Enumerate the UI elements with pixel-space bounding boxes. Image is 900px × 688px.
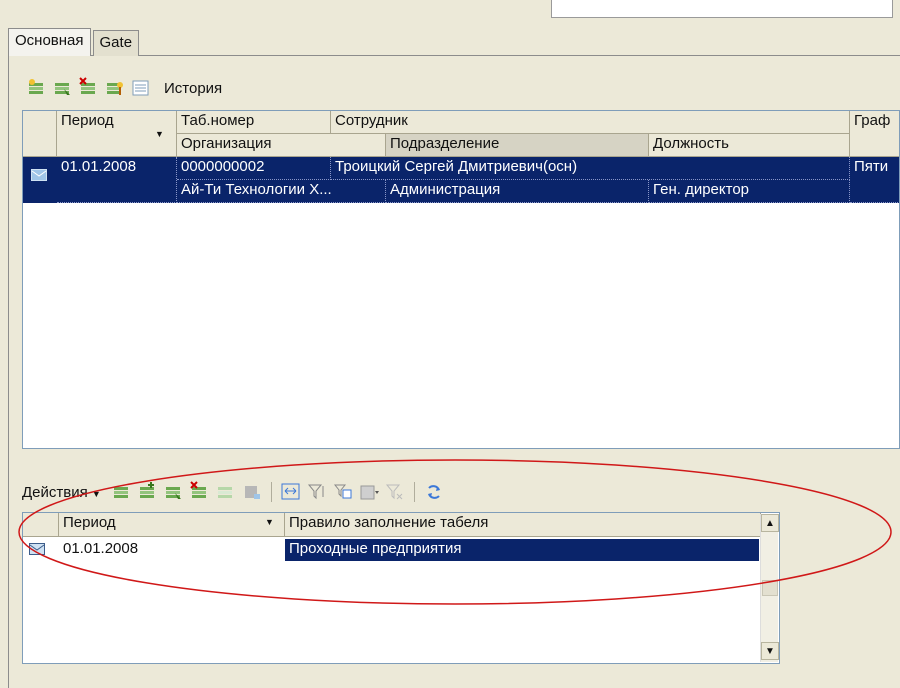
header-position[interactable]: Должность (649, 134, 850, 157)
cell-position[interactable]: Ген. директор (649, 180, 850, 203)
tab-strip: Основная Gate (8, 28, 140, 56)
cell-department[interactable]: Администрация (386, 180, 649, 203)
annotation-ellipse (18, 459, 892, 605)
tab-gate[interactable]: Gate (92, 30, 140, 56)
delete-row-icon[interactable] (78, 77, 100, 99)
history-button[interactable]: История (164, 80, 222, 97)
sort-arrow-icon: ▼ (155, 129, 164, 139)
cell-tab-number[interactable]: 0000000002 (177, 157, 331, 180)
header-employee[interactable]: Сотрудник (331, 111, 850, 134)
grid-corner (23, 111, 57, 157)
cell-organization[interactable]: Ай-Ти Технологии Х... (177, 180, 386, 203)
row-icon (31, 169, 47, 181)
top-input-field[interactable] (551, 0, 893, 18)
cell-schedule[interactable]: Пяти (850, 157, 899, 203)
header-period[interactable]: Период ▼ (57, 111, 177, 157)
header-organization[interactable]: Организация (177, 134, 386, 157)
copy-row-icon[interactable] (52, 77, 74, 99)
header-schedule[interactable]: Граф (850, 111, 899, 157)
history-toolbar: История (26, 73, 222, 103)
scroll-down-button[interactable]: ▼ (761, 642, 779, 660)
cell-period[interactable]: 01.01.2008 (57, 157, 177, 203)
header-tab-number[interactable]: Таб.номер (177, 111, 331, 134)
tab-main[interactable]: Основная (8, 28, 91, 56)
cell-employee[interactable]: Троицкий Сергей Дмитриевич(осн) (331, 157, 850, 180)
employee-grid[interactable]: Период ▼ Таб.номер Сотрудник Граф Органи… (22, 110, 900, 449)
add-row-icon[interactable] (26, 77, 48, 99)
header-department[interactable]: Подразделение (386, 134, 649, 157)
list-icon[interactable] (130, 77, 152, 99)
edit-row-icon[interactable] (104, 77, 126, 99)
